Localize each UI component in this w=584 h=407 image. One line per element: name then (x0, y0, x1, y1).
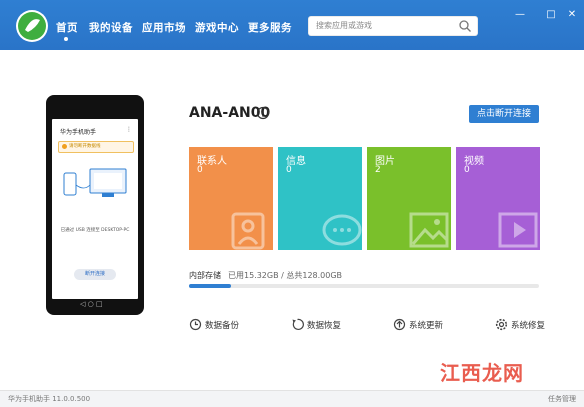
app-window: 首页 我的设备 应用市场 游戏中心 更多服务 搜索应用或游戏 — □ ✕ 华为手… (0, 0, 584, 407)
nav-game-center[interactable]: 游戏中心 (195, 20, 239, 35)
site-watermark: 江西龙网 (440, 361, 524, 385)
storage-progress-fill (189, 284, 231, 288)
minimize-button[interactable]: — (514, 9, 526, 21)
message-icon (322, 214, 362, 246)
version-text: 华为手机助手 11.0.0.500 (8, 395, 91, 403)
tile-count: 0 (286, 165, 292, 175)
tile-count: 0 (197, 165, 203, 175)
search-icon[interactable] (458, 19, 472, 33)
search-placeholder: 搜索应用或游戏 (316, 21, 372, 30)
connection-illustration (63, 168, 127, 197)
tile-pictures[interactable]: 图片 2 (367, 147, 451, 250)
tile-count: 2 (375, 165, 381, 175)
backup-label: 数据备份 (205, 321, 240, 331)
restore-label: 数据恢复 (307, 321, 342, 331)
gear-icon (495, 318, 508, 331)
tile-count: 0 (464, 165, 470, 175)
phone-disconnect-button: 断开连接 (74, 269, 116, 280)
nav-home[interactable]: 首页 (56, 20, 78, 35)
title-bar: 首页 我的设备 应用市场 游戏中心 更多服务 搜索应用或游戏 — □ ✕ (0, 0, 584, 50)
task-manager-link[interactable]: 任务管理 (548, 394, 576, 404)
video-icon (498, 212, 538, 248)
tile-contacts[interactable]: 联系人 0 (189, 147, 273, 250)
nav-active-indicator (64, 37, 68, 41)
storage-label: 内部存储 (189, 271, 221, 280)
phone-warning-text: 请勿断开数据线 (69, 144, 101, 149)
nav-my-devices[interactable]: 我的设备 (89, 20, 133, 35)
system-update-label: 系统更新 (409, 321, 444, 331)
phone-preview: 华为手机助手 ⋮ 请勿断开数据线 已通过 USB 连接至 DESKTOP-PC … (46, 95, 144, 315)
restore-icon (292, 318, 304, 331)
maximize-button[interactable]: □ (545, 9, 557, 21)
close-button[interactable]: ✕ (566, 9, 578, 21)
system-repair-label: 系统修复 (511, 321, 546, 331)
phone-connection-text: 已通过 USB 连接至 DESKTOP-PC (60, 228, 130, 233)
nav-more-services[interactable]: 更多服务 (248, 20, 292, 35)
tile-messages[interactable]: 信息 0 (278, 147, 362, 250)
disconnect-button[interactable]: 点击断开连接 (469, 105, 539, 123)
phone-screen: 华为手机助手 ⋮ 请勿断开数据线 已通过 USB 连接至 DESKTOP-PC … (52, 119, 138, 299)
storage-usage-text: 已用15.32GB / 总共128.00GB (228, 271, 343, 280)
app-logo (16, 10, 48, 42)
nav-app-market[interactable]: 应用市场 (142, 20, 186, 35)
upload-icon (393, 318, 406, 331)
clock-icon (189, 318, 202, 331)
storage-progress-bar (189, 284, 539, 288)
warning-icon (62, 144, 67, 149)
tile-videos[interactable]: 视频 0 (456, 147, 540, 250)
phone-warning-banner: 请勿断开数据线 (58, 141, 134, 153)
phone-app-title: 华为手机助手 (60, 129, 97, 136)
phone-menu-icon: ⋮ (126, 126, 132, 133)
picture-icon (409, 212, 449, 248)
contacts-icon (231, 212, 265, 250)
phone-nav-buttons: ◁ ○ □ (80, 300, 103, 308)
info-icon[interactable] (256, 106, 270, 120)
search-input[interactable]: 搜索应用或游戏 (308, 16, 478, 36)
status-bar: 华为手机助手 11.0.0.500 任务管理 (0, 390, 584, 407)
